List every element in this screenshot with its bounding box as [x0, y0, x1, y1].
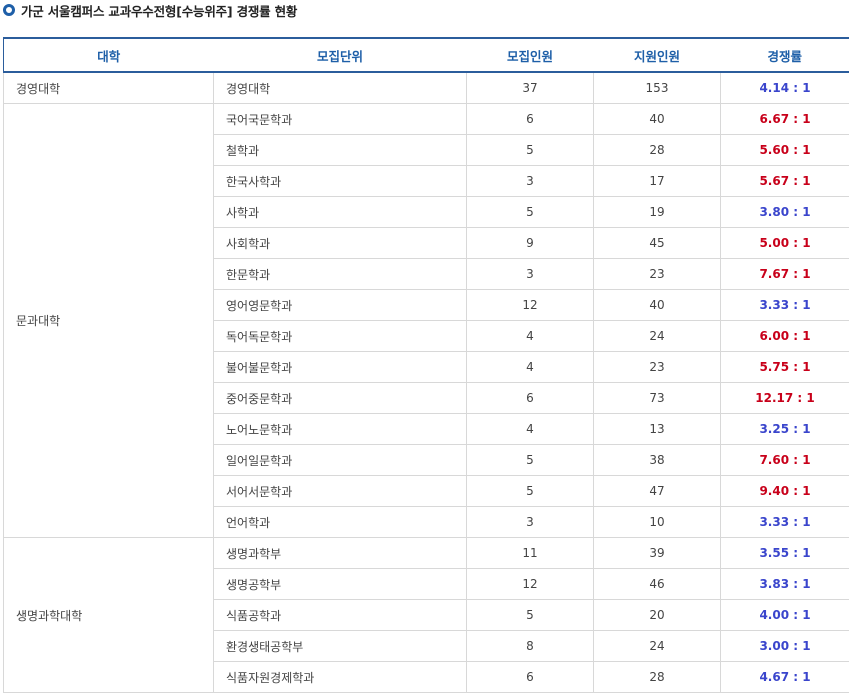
unit-cell: 불어불문학과 — [213, 351, 467, 383]
ratio-cell: 5.67 : 1 — [720, 165, 849, 197]
unit-cell: 한문학과 — [213, 258, 467, 290]
quota-cell: 3 — [466, 165, 594, 197]
header-quota: 모집인원 — [466, 37, 594, 73]
applicants-cell: 153 — [593, 71, 721, 104]
ratio-cell: 4.14 : 1 — [720, 71, 849, 104]
college-cell: 경영대학 — [3, 71, 214, 104]
applicants-cell: 73 — [593, 382, 721, 414]
quota-cell: 9 — [466, 227, 594, 259]
ratio-cell: 6.00 : 1 — [720, 320, 849, 352]
unit-cell: 국어국문학과 — [213, 103, 467, 135]
unit-cell: 식품자원경제학과 — [213, 661, 467, 693]
quota-cell: 5 — [466, 475, 594, 507]
unit-cell: 언어학과 — [213, 506, 467, 538]
quota-cell: 5 — [466, 196, 594, 228]
applicants-cell: 45 — [593, 227, 721, 259]
quota-cell: 37 — [466, 71, 594, 104]
ratio-cell: 3.25 : 1 — [720, 413, 849, 445]
header-ratio: 경쟁률 — [720, 37, 849, 73]
unit-cell: 한국사학과 — [213, 165, 467, 197]
ratio-cell: 3.55 : 1 — [720, 537, 849, 569]
table-header-row: 대학 모집단위 모집인원 지원인원 경쟁률 — [3, 37, 849, 73]
header-applicants: 지원인원 — [593, 37, 721, 73]
unit-cell: 일어일문학과 — [213, 444, 467, 476]
applicants-cell: 20 — [593, 599, 721, 631]
applicants-cell: 17 — [593, 165, 721, 197]
applicants-cell: 46 — [593, 568, 721, 600]
table-row: 경영대학 경영대학 37 153 4.14 : 1 — [3, 71, 849, 104]
section-header: 가군 서울캠퍼스 교과우수전형[수능위주] 경쟁률 현황 — [0, 0, 849, 36]
ratio-cell: 7.67 : 1 — [720, 258, 849, 290]
quota-cell: 5 — [466, 599, 594, 631]
ratio-cell: 3.33 : 1 — [720, 506, 849, 538]
quota-cell: 12 — [466, 568, 594, 600]
unit-cell: 생명과학부 — [213, 537, 467, 569]
quota-cell: 3 — [466, 506, 594, 538]
ratio-cell: 4.67 : 1 — [720, 661, 849, 693]
applicants-cell: 23 — [593, 258, 721, 290]
ratio-cell: 9.40 : 1 — [720, 475, 849, 507]
quota-cell: 4 — [466, 351, 594, 383]
ratio-cell: 5.75 : 1 — [720, 351, 849, 383]
unit-cell: 경영대학 — [213, 71, 467, 104]
unit-cell: 중어중문학과 — [213, 382, 467, 414]
applicants-cell: 13 — [593, 413, 721, 445]
quota-cell: 4 — [466, 413, 594, 445]
table-row: 생명과학대학 생명과학부 11 39 3.55 : 1 — [3, 537, 849, 693]
applicants-cell: 24 — [593, 630, 721, 662]
ratio-cell: 3.80 : 1 — [720, 196, 849, 228]
quota-cell: 11 — [466, 537, 594, 569]
quota-cell: 4 — [466, 320, 594, 352]
applicants-cell: 39 — [593, 537, 721, 569]
applicants-cell: 38 — [593, 444, 721, 476]
quota-cell: 3 — [466, 258, 594, 290]
college-cell: 문과대학 — [3, 103, 214, 538]
unit-cell: 환경생태공학부 — [213, 630, 467, 662]
applicants-cell: 28 — [593, 134, 721, 166]
circle-bullet-icon — [3, 4, 15, 16]
header-unit: 모집단위 — [213, 37, 467, 73]
competition-rate-table: 대학 모집단위 모집인원 지원인원 경쟁률 경영대학 경영대학 37 153 4.14 … — [3, 37, 849, 693]
ratio-cell: 3.33 : 1 — [720, 289, 849, 321]
ratio-cell: 12.17 : 1 — [720, 382, 849, 414]
unit-cell: 영어영문학과 — [213, 289, 467, 321]
college-cell: 생명과학대학 — [3, 537, 214, 693]
unit-cell: 생명공학부 — [213, 568, 467, 600]
ratio-cell: 7.60 : 1 — [720, 444, 849, 476]
quota-cell: 6 — [466, 382, 594, 414]
unit-cell: 독어독문학과 — [213, 320, 467, 352]
applicants-cell: 23 — [593, 351, 721, 383]
unit-cell: 사학과 — [213, 196, 467, 228]
ratio-cell: 3.00 : 1 — [720, 630, 849, 662]
quota-cell: 6 — [466, 661, 594, 693]
unit-cell: 식품공학과 — [213, 599, 467, 631]
ratio-cell: 4.00 : 1 — [720, 599, 849, 631]
applicants-cell: 40 — [593, 289, 721, 321]
quota-cell: 5 — [466, 444, 594, 476]
applicants-cell: 28 — [593, 661, 721, 693]
quota-cell: 5 — [466, 134, 594, 166]
applicants-cell: 10 — [593, 506, 721, 538]
ratio-cell: 5.60 : 1 — [720, 134, 849, 166]
ratio-cell: 3.83 : 1 — [720, 568, 849, 600]
quota-cell: 6 — [466, 103, 594, 135]
unit-cell: 사회학과 — [213, 227, 467, 259]
header-college: 대학 — [3, 37, 214, 73]
applicants-cell: 47 — [593, 475, 721, 507]
applicants-cell: 40 — [593, 103, 721, 135]
table-row: 문과대학 국어국문학과 6 40 6.67 : 1 — [3, 103, 849, 538]
page-title: 가군 서울캠퍼스 교과우수전형[수능위주] 경쟁률 현황 — [21, 3, 298, 19]
quota-cell: 12 — [466, 289, 594, 321]
unit-cell: 노어노문학과 — [213, 413, 467, 445]
ratio-cell: 5.00 : 1 — [720, 227, 849, 259]
unit-cell: 서어서문학과 — [213, 475, 467, 507]
unit-cell: 철학과 — [213, 134, 467, 166]
table-body: 경영대학 경영대학 37 153 4.14 : 1 문과대학 국어국문학과 6 40 6.67 :… — [3, 71, 849, 693]
ratio-cell: 6.67 : 1 — [720, 103, 849, 135]
quota-cell: 8 — [466, 630, 594, 662]
applicants-cell: 24 — [593, 320, 721, 352]
applicants-cell: 19 — [593, 196, 721, 228]
